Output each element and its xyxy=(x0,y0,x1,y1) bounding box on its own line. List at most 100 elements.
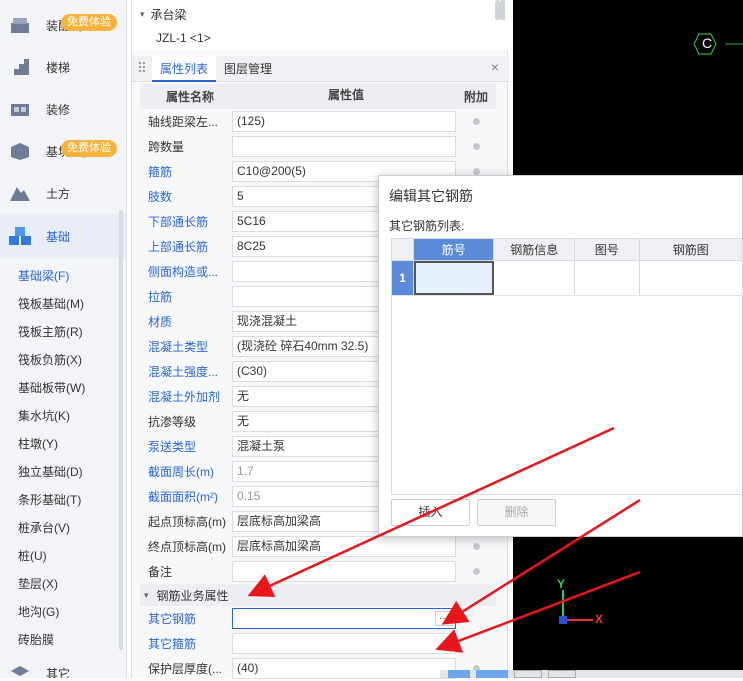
property-name: 侧面构造或... xyxy=(148,265,219,279)
tab-layer-management[interactable]: 图层管理 xyxy=(216,56,280,82)
property-value-field[interactable] xyxy=(232,561,456,582)
add-checkbox[interactable] xyxy=(472,168,480,175)
sub-item-raft-main-rebar[interactable]: 筏板主筋(R) xyxy=(0,318,126,346)
property-name: 其它钢筋 xyxy=(148,612,197,626)
section-title: 钢筋业务属性 xyxy=(156,588,229,603)
property-value: C10@200(5) xyxy=(237,164,306,178)
grid-corner xyxy=(392,239,414,260)
other-rebar-value[interactable]: ··· xyxy=(232,608,456,629)
delete-button[interactable]: 删除 xyxy=(477,499,556,526)
insert-button[interactable]: 插入 xyxy=(391,499,470,526)
property-panel-header: ⠿ 属性列表 图层管理 × xyxy=(132,55,509,82)
property-value: 无 xyxy=(237,389,250,403)
property-name: 轴线距梁左... xyxy=(148,115,219,129)
expand-arrow-icon[interactable]: ▾ xyxy=(140,9,145,20)
sub-item-cushion[interactable]: 垫层(X) xyxy=(0,570,126,598)
sidebar-scrollbar[interactable] xyxy=(119,210,123,650)
rebar-figure-cell[interactable] xyxy=(640,261,743,295)
drag-handle-icon[interactable]: ⠿ xyxy=(132,60,152,77)
row-number[interactable]: 1 xyxy=(392,261,414,295)
property-value: 8C25 xyxy=(237,239,266,253)
add-checkbox[interactable] xyxy=(472,118,480,125)
property-name: 拉筋 xyxy=(148,290,173,304)
bar-number-cell[interactable] xyxy=(413,261,495,295)
sub-item-trench[interactable]: 地沟(G) xyxy=(0,598,126,626)
property-row: 其它钢筋 ··· xyxy=(140,606,496,631)
sidebar-item-foundation[interactable]: 基础 xyxy=(0,214,126,258)
column-header-rebar-figure[interactable]: 钢筋图 xyxy=(640,239,743,260)
free-trial-badge: 免费体验 xyxy=(61,14,117,31)
property-value-field[interactable]: 层底标高加梁高 xyxy=(232,536,456,557)
pit-support-icon xyxy=(8,139,32,163)
sidebar-item-other[interactable]: 其它 xyxy=(0,658,126,679)
sub-item-foundation-strip[interactable]: 基础板带(W) xyxy=(0,374,126,402)
rebar-list-label: 其它钢筋列表: xyxy=(389,219,465,233)
rebar-info-cell[interactable] xyxy=(494,261,575,295)
property-value: 层底标高加梁高 xyxy=(237,514,322,528)
cover-thickness-value[interactable]: (40) xyxy=(232,658,456,679)
sidebar-item-earthwork[interactable]: 土方 xyxy=(0,172,126,214)
property-value-field[interactable] xyxy=(232,136,456,157)
tree-node-label: JZL-1 <1> xyxy=(156,31,211,45)
property-value: 混凝土泵 xyxy=(237,439,286,453)
tree-node-parent[interactable]: ▾ 承台梁 xyxy=(132,2,509,26)
dialog-title: 编辑其它钢筋 xyxy=(389,188,473,204)
add-checkbox[interactable] xyxy=(472,543,480,550)
other-stirrup-value[interactable] xyxy=(232,633,456,654)
add-checkbox[interactable] xyxy=(472,143,480,150)
property-name: 材质 xyxy=(148,315,173,329)
column-header-rebar-info[interactable]: 钢筋信息 xyxy=(494,239,575,260)
tab-property-list[interactable]: 属性列表 xyxy=(152,55,217,82)
property-value: 5C16 xyxy=(237,214,266,228)
sidebar-item-stairs[interactable]: 楼梯 xyxy=(0,46,126,88)
sub-item-sump-pit[interactable]: 集水坑(K) xyxy=(0,402,126,430)
property-name: 肢数 xyxy=(148,190,173,204)
collapse-arrow-icon[interactable]: ▾ xyxy=(144,590,149,601)
panel-scrollbar[interactable] xyxy=(501,0,505,20)
sidebar-item-pit-support[interactable]: 基坑支护 免费体验 xyxy=(0,130,126,172)
section-rebar-properties[interactable]: ▾ 钢筋业务属性 xyxy=(140,584,496,606)
table-row: 1 xyxy=(392,261,743,296)
property-name: 抗渗等级 xyxy=(148,415,197,429)
close-icon[interactable]: × xyxy=(491,59,499,75)
sub-item-column-pier[interactable]: 柱墩(Y) xyxy=(0,430,126,458)
sub-item-brick-mold[interactable]: 砖胎膜 xyxy=(0,626,126,654)
sub-item-raft-negative-rebar[interactable]: 筏板负筋(X) xyxy=(0,346,126,374)
axis-y-label: Y xyxy=(557,577,566,591)
sidebar-item-label: 楼梯 xyxy=(46,60,71,75)
sidebar-item-label: 土方 xyxy=(46,186,71,201)
free-trial-badge: 免费体验 xyxy=(61,140,117,157)
sidebar-item-prefab[interactable]: 装配式 免费体验 xyxy=(0,4,126,46)
sidebar-item-label: 其它 xyxy=(46,666,71,679)
sub-item-raft-foundation[interactable]: 筏板基础(M) xyxy=(0,290,126,318)
property-value: 0.15 xyxy=(237,489,261,503)
ellipsis-button[interactable]: ··· xyxy=(435,611,453,626)
property-row: 轴线距梁左... (125) xyxy=(140,109,496,134)
column-header-add: 附加 xyxy=(463,90,488,104)
property-value: 1.7 xyxy=(237,464,254,478)
figure-number-cell[interactable] xyxy=(575,261,640,295)
property-row: 跨数量 xyxy=(140,134,496,159)
sub-item-foundation-beam[interactable]: 基础梁(F) xyxy=(0,262,126,290)
property-name: 其它箍筋 xyxy=(148,637,197,651)
property-value-field[interactable]: (125) xyxy=(232,111,456,132)
column-header-name: 属性名称 xyxy=(165,90,214,104)
column-header-figure-number[interactable]: 图号 xyxy=(575,239,640,260)
sub-item-pile-cap[interactable]: 桩承台(V) xyxy=(0,514,126,542)
tree-node-child[interactable]: JZL-1 <1> xyxy=(132,26,509,50)
status-toolbar xyxy=(440,670,743,678)
grid-header: 筋号 钢筋信息 图号 钢筋图 xyxy=(392,239,743,261)
property-name: 泵送类型 xyxy=(148,440,197,454)
property-name: 跨数量 xyxy=(148,140,185,154)
property-value: 5 xyxy=(237,189,244,203)
property-value: 层底标高加梁高 xyxy=(237,539,322,553)
sub-item-isolated-foundation[interactable]: 独立基础(D) xyxy=(0,458,126,486)
add-checkbox[interactable] xyxy=(472,568,480,575)
property-name: 下部通长筋 xyxy=(148,215,209,229)
sub-item-strip-foundation[interactable]: 条形基础(T) xyxy=(0,486,126,514)
rebar-grid: 筋号 钢筋信息 图号 钢筋图 1 xyxy=(391,238,743,495)
sidebar-item-decoration[interactable]: 装修 xyxy=(0,88,126,130)
column-header-bar-number[interactable]: 筋号 xyxy=(413,239,495,260)
property-value: (40) xyxy=(237,661,259,675)
sub-item-pile[interactable]: 桩(U) xyxy=(0,542,126,570)
